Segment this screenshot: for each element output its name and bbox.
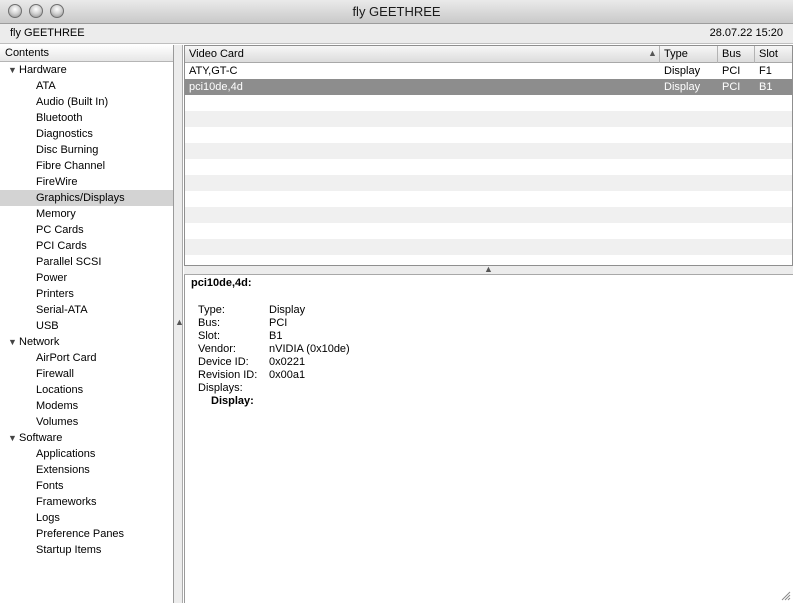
- detail-subheading: Display:: [211, 395, 254, 407]
- sidebar-item-printers[interactable]: Printers: [0, 286, 173, 302]
- detail-value: 0x0221: [269, 356, 306, 368]
- cell-type: Display: [664, 81, 701, 93]
- splitter-handle-icon[interactable]: ▲: [484, 264, 493, 274]
- window-title: fly GEETHREE: [352, 4, 441, 19]
- sidebar-group-label: Hardware: [19, 64, 67, 76]
- sort-ascending-icon[interactable]: ▲: [648, 48, 657, 58]
- sidebar-item-startup-items[interactable]: Startup Items: [0, 542, 173, 558]
- table-row: [185, 223, 792, 239]
- table-row: [185, 207, 792, 223]
- sidebar-group-label: Network: [19, 336, 60, 348]
- cell-type: Display: [664, 65, 701, 77]
- cell-card: pci10de,4d: [189, 81, 243, 93]
- sidebar-header[interactable]: Contents: [0, 45, 173, 62]
- detail-label: Type:: [198, 304, 225, 316]
- sidebar-item-bluetooth[interactable]: Bluetooth: [0, 110, 173, 126]
- sidebar-item-extensions[interactable]: Extensions: [0, 462, 173, 478]
- date-time: 28.07.22 15:20: [709, 27, 783, 39]
- sidebar-item-pc-cards[interactable]: PC Cards: [0, 222, 173, 238]
- detail-value: B1: [269, 330, 283, 342]
- column-header-bus[interactable]: Bus: [718, 46, 755, 63]
- detail-label: Device ID:: [198, 356, 249, 368]
- cell-card: ATY,GT-C: [189, 65, 238, 77]
- sidebar-item-fibre-channel[interactable]: Fibre Channel: [0, 158, 173, 174]
- table-row: [185, 127, 792, 143]
- sidebar-item-applications[interactable]: Applications: [0, 446, 173, 462]
- horizontal-splitter[interactable]: ▲: [184, 264, 793, 275]
- details-pane: pci10de,4d: Type: Display Bus: PCI Slot: B1 Ve…: [184, 275, 793, 603]
- contents-sidebar[interactable]: Contents ▼ Hardware ATA Audio (Built In) Blu…: [0, 45, 174, 603]
- sidebar-item-pci-cards[interactable]: PCI Cards: [0, 238, 173, 254]
- sidebar-item-parallel-scsi[interactable]: Parallel SCSI: [0, 254, 173, 270]
- sidebar-item-modems[interactable]: Modems: [0, 398, 173, 414]
- info-bar: fly GEETHREE 28.07.22 15:20: [0, 24, 793, 44]
- detail-value: Display: [269, 304, 306, 316]
- column-header-video-card[interactable]: Video Card: [185, 46, 660, 63]
- sidebar-item-fonts[interactable]: Fonts: [0, 478, 173, 494]
- sidebar-group-hardware[interactable]: ▼ Hardware: [0, 62, 173, 78]
- splitter-handle-icon[interactable]: ▲: [175, 317, 184, 327]
- detail-value: PCI: [269, 317, 288, 329]
- contents-tree: ▼ Hardware ATA Audio (Built In) Bluetooth Dia…: [0, 62, 173, 558]
- detail-title: pci10de,4d:: [191, 277, 252, 289]
- sidebar-item-disc-burning[interactable]: Disc Burning: [0, 142, 173, 158]
- video-card-table: Video Card ▲ Type Bus Slot ATY,GT-C Displ…: [184, 45, 793, 266]
- cell-bus: PCI: [722, 65, 741, 77]
- table-row: [185, 111, 792, 127]
- table-body: ATY,GT-C Display PCI F1 pci10de,4d Display PCI…: [185, 63, 792, 255]
- sidebar-item-firewall[interactable]: Firewall: [0, 366, 173, 382]
- sidebar-item-power[interactable]: Power: [0, 270, 173, 286]
- table-row: [185, 95, 792, 111]
- detail-label: Slot:: [198, 330, 221, 342]
- detail-label: Displays:: [198, 382, 243, 394]
- detail-label: Vendor:: [198, 343, 236, 355]
- sidebar-group-label: Software: [19, 432, 63, 444]
- disclosure-triangle-icon[interactable]: ▼: [8, 334, 19, 350]
- cell-slot: B1: [759, 81, 773, 93]
- disclosure-triangle-icon[interactable]: ▼: [8, 62, 19, 78]
- table-row: [185, 191, 792, 207]
- table-row: [185, 143, 792, 159]
- sidebar-group-software[interactable]: ▼ Software: [0, 430, 173, 446]
- detail-label: Bus:: [198, 317, 221, 329]
- table-row: [185, 159, 792, 175]
- vertical-splitter[interactable]: ▲: [174, 45, 184, 603]
- sidebar-item-locations[interactable]: Locations: [0, 382, 173, 398]
- table-row[interactable]: ATY,GT-C Display PCI F1: [185, 63, 792, 79]
- table-row: [185, 239, 792, 255]
- detail-value: nVIDIA (0x10de): [269, 343, 350, 355]
- disclosure-triangle-icon[interactable]: ▼: [8, 430, 19, 446]
- column-header-type[interactable]: Type: [660, 46, 718, 63]
- sidebar-item-audio-built-in[interactable]: Audio (Built In): [0, 94, 173, 110]
- sidebar-group-network[interactable]: ▼ Network: [0, 334, 173, 350]
- sidebar-item-preference-panes[interactable]: Preference Panes: [0, 526, 173, 542]
- resize-grip-icon[interactable]: [780, 590, 791, 601]
- sidebar-item-volumes[interactable]: Volumes: [0, 414, 173, 430]
- table-row: [185, 175, 792, 191]
- detail-label: Revision ID:: [198, 369, 258, 381]
- machine-name: fly GEETHREE: [10, 27, 85, 39]
- sidebar-item-diagnostics[interactable]: Diagnostics: [0, 126, 173, 142]
- column-header-slot[interactable]: Slot: [755, 46, 792, 63]
- title-bar: fly GEETHREE: [0, 0, 793, 24]
- cell-slot: F1: [759, 65, 772, 77]
- sidebar-item-frameworks[interactable]: Frameworks: [0, 494, 173, 510]
- detail-value: 0x00a1: [269, 369, 306, 381]
- sidebar-item-serial-ata[interactable]: Serial-ATA: [0, 302, 173, 318]
- sidebar-item-graphics-displays[interactable]: Graphics/Displays: [0, 190, 173, 206]
- sidebar-item-logs[interactable]: Logs: [0, 510, 173, 526]
- sidebar-item-firewire[interactable]: FireWire: [0, 174, 173, 190]
- table-header: Video Card ▲ Type Bus Slot: [185, 46, 792, 63]
- sidebar-item-memory[interactable]: Memory: [0, 206, 173, 222]
- sidebar-item-airport-card[interactable]: AirPort Card: [0, 350, 173, 366]
- sidebar-item-usb[interactable]: USB: [0, 318, 173, 334]
- cell-bus: PCI: [722, 81, 741, 93]
- sidebar-item-ata[interactable]: ATA: [0, 78, 173, 94]
- table-row[interactable]: pci10de,4d Display PCI B1: [185, 79, 792, 95]
